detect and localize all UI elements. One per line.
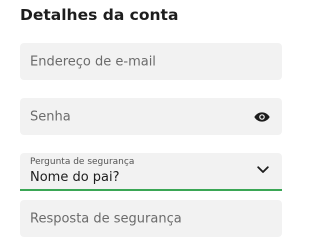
security-answer-placeholder: Resposta de segurança: [30, 211, 182, 226]
security-question-value: Nome do pai?: [30, 170, 120, 185]
email-field[interactable]: Endereço de e-mail: [20, 43, 282, 80]
eye-icon[interactable]: [254, 111, 270, 123]
password-field[interactable]: Senha: [20, 98, 282, 135]
email-placeholder: Endereço de e-mail: [30, 54, 156, 69]
password-placeholder: Senha: [30, 109, 71, 124]
chevron-down-icon[interactable]: [257, 166, 269, 174]
security-question-label: Pergunta de segurança: [30, 157, 135, 167]
security-answer-field[interactable]: Resposta de segurança: [20, 200, 282, 237]
section-title: Detalhes da conta: [20, 6, 179, 24]
security-question-select[interactable]: Pergunta de segurança Nome do pai?: [20, 153, 282, 191]
